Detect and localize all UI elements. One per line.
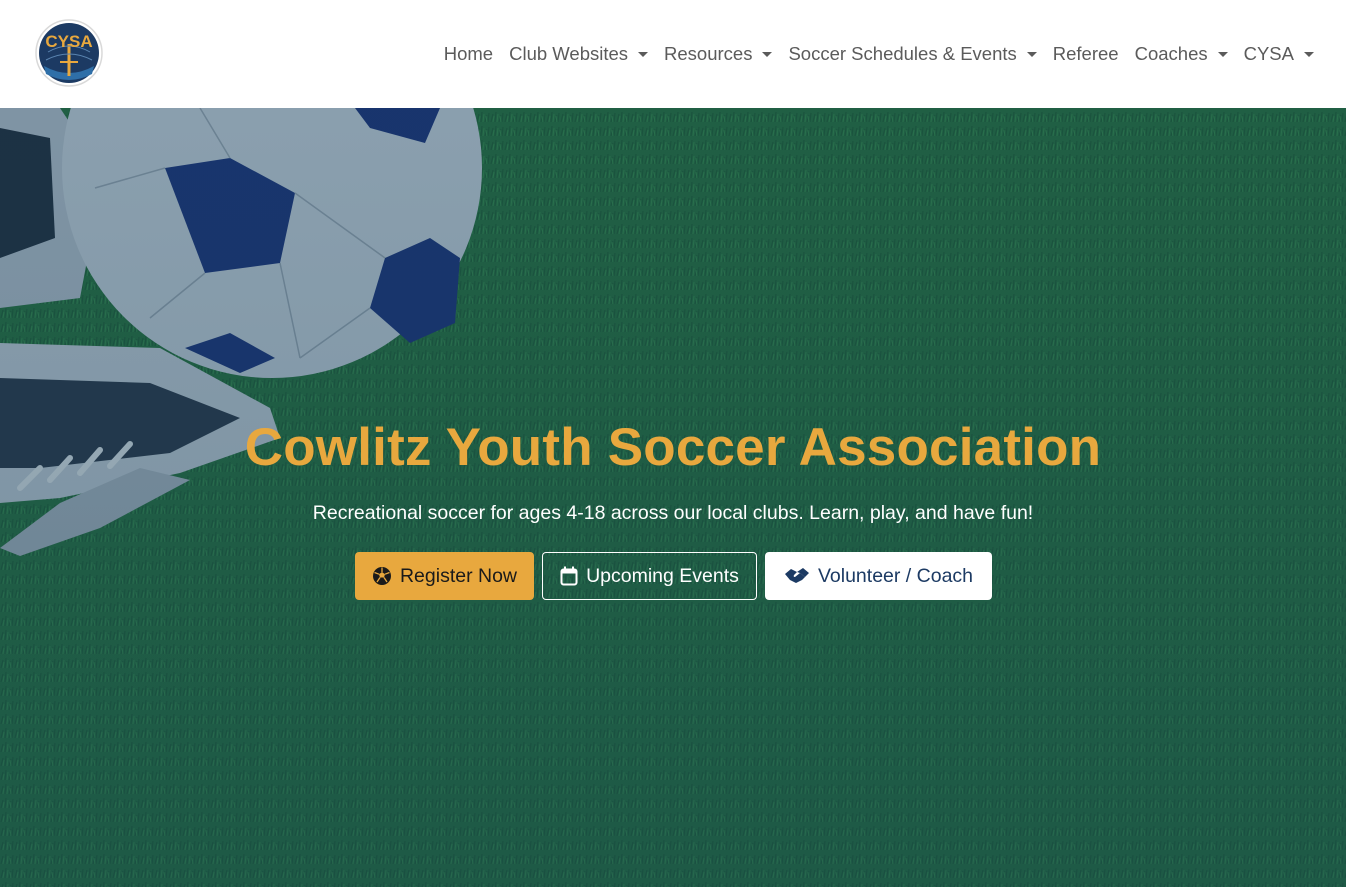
caret-down-icon: [762, 52, 773, 57]
upcoming-events-button[interactable]: Upcoming Events: [542, 552, 757, 600]
nav-resources-label: Resources: [664, 43, 753, 64]
register-now-button[interactable]: Register Now: [355, 552, 534, 600]
caret-down-icon: [1026, 52, 1037, 57]
hero-background-image: [0, 108, 1346, 887]
nav-club-websites[interactable]: Club Websites: [501, 34, 656, 74]
calendar-icon: [560, 566, 578, 586]
cysa-logo-icon[interactable]: CYSA: [34, 18, 104, 88]
upcoming-events-label: Upcoming Events: [586, 564, 739, 587]
volunteer-coach-button[interactable]: Volunteer / Coach: [765, 552, 992, 600]
svg-text:CYSA: CYSA: [45, 32, 92, 51]
register-now-label: Register Now: [399, 564, 518, 587]
nav-coaches[interactable]: Coaches: [1127, 34, 1236, 74]
nav-home[interactable]: Home: [436, 34, 501, 74]
caret-down-icon: [638, 52, 649, 57]
handshake-icon: [784, 566, 810, 586]
hero-subtitle: Recreational soccer for ages 4-18 across…: [312, 502, 1034, 524]
caret-down-icon: [1217, 52, 1228, 57]
nav-referee[interactable]: Referee: [1045, 34, 1127, 74]
hero-title: Cowlitz Youth Soccer Association: [244, 418, 1102, 477]
nav-coaches-label: Coaches: [1134, 43, 1208, 64]
nav-resources[interactable]: Resources: [656, 34, 780, 74]
nav-cysa[interactable]: CYSA: [1236, 34, 1346, 74]
nav-club-websites-label: Club Websites: [509, 43, 629, 64]
hero-section: Cowlitz Youth Soccer Association Recreat…: [0, 108, 1346, 887]
nav-referee-label: Referee: [1052, 43, 1119, 64]
nav-cysa-label: CYSA: [1243, 43, 1294, 64]
nav-home-label: Home: [443, 43, 494, 64]
nav-soccer-schedules-events[interactable]: Soccer Schedules & Events: [780, 34, 1044, 74]
caret-down-icon: [1304, 52, 1314, 57]
main-nav: Home Club Websites Resources Soccer Sche…: [436, 0, 1346, 108]
nav-soccer-schedules-events-label: Soccer Schedules & Events: [788, 43, 1017, 64]
navbar: CYSA Home Club Websites Resources Soccer…: [0, 0, 1346, 108]
volunteer-coach-label: Volunteer / Coach: [817, 564, 974, 587]
soccer-ball-icon: [372, 566, 392, 586]
